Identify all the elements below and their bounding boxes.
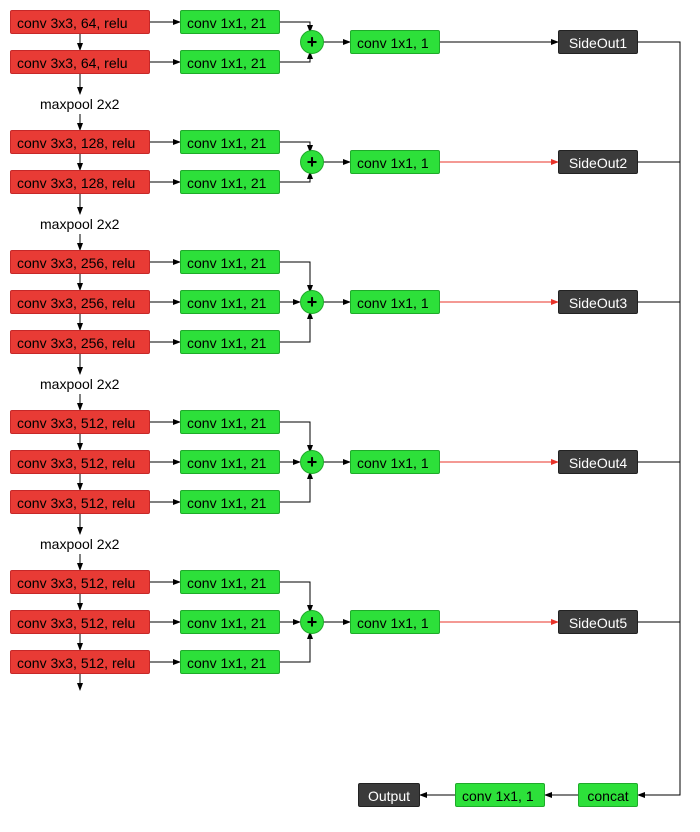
concat-block: concat: [578, 783, 638, 807]
eltwise-sum-icon: +: [300, 450, 324, 474]
side-output: SideOut3: [558, 290, 638, 314]
conv-block: conv 3x3, 512, relu: [10, 570, 150, 594]
side-conv: conv 1x1, 21: [180, 250, 280, 274]
maxpool: maxpool 2x2: [40, 536, 119, 552]
fuse-conv: conv 1x1, 1: [350, 610, 440, 634]
conv-block: conv 3x3, 128, relu: [10, 130, 150, 154]
side-conv: conv 1x1, 21: [180, 610, 280, 634]
conv-block: conv 3x3, 512, relu: [10, 610, 150, 634]
maxpool: maxpool 2x2: [40, 216, 119, 232]
side-conv: conv 1x1, 21: [180, 570, 280, 594]
maxpool: maxpool 2x2: [40, 376, 119, 392]
fuse-conv: conv 1x1, 1: [350, 450, 440, 474]
eltwise-sum-icon: +: [300, 150, 324, 174]
side-conv: conv 1x1, 21: [180, 170, 280, 194]
side-output: SideOut5: [558, 610, 638, 634]
conv-block: conv 3x3, 512, relu: [10, 490, 150, 514]
conv-block: conv 3x3, 512, relu: [10, 650, 150, 674]
conv-block: conv 3x3, 64, relu: [10, 10, 150, 34]
side-conv: conv 1x1, 21: [180, 410, 280, 434]
side-conv: conv 1x1, 21: [180, 330, 280, 354]
conv-block: conv 3x3, 128, relu: [10, 170, 150, 194]
fuse-conv: conv 1x1, 1: [350, 290, 440, 314]
conv-block: conv 3x3, 512, relu: [10, 410, 150, 434]
eltwise-sum-icon: +: [300, 30, 324, 54]
side-conv: conv 1x1, 21: [180, 10, 280, 34]
fuse-conv-final: conv 1x1, 1: [455, 783, 545, 807]
side-output: SideOut1: [558, 30, 638, 54]
eltwise-sum-icon: +: [300, 290, 324, 314]
side-conv: conv 1x1, 21: [180, 290, 280, 314]
conv-block: conv 3x3, 64, relu: [10, 50, 150, 74]
conv-block: conv 3x3, 256, relu: [10, 330, 150, 354]
fuse-conv: conv 1x1, 1: [350, 150, 440, 174]
maxpool: maxpool 2x2: [40, 96, 119, 112]
side-conv: conv 1x1, 21: [180, 490, 280, 514]
fuse-conv: conv 1x1, 1: [350, 30, 440, 54]
side-conv: conv 1x1, 21: [180, 50, 280, 74]
final-output: Output: [358, 783, 420, 807]
conv-block: conv 3x3, 256, relu: [10, 290, 150, 314]
conv-block: conv 3x3, 512, relu: [10, 450, 150, 474]
side-conv: conv 1x1, 21: [180, 130, 280, 154]
side-conv: conv 1x1, 21: [180, 650, 280, 674]
side-output: SideOut2: [558, 150, 638, 174]
eltwise-sum-icon: +: [300, 610, 324, 634]
side-conv: conv 1x1, 21: [180, 450, 280, 474]
side-output: SideOut4: [558, 450, 638, 474]
conv-block: conv 3x3, 256, relu: [10, 250, 150, 274]
